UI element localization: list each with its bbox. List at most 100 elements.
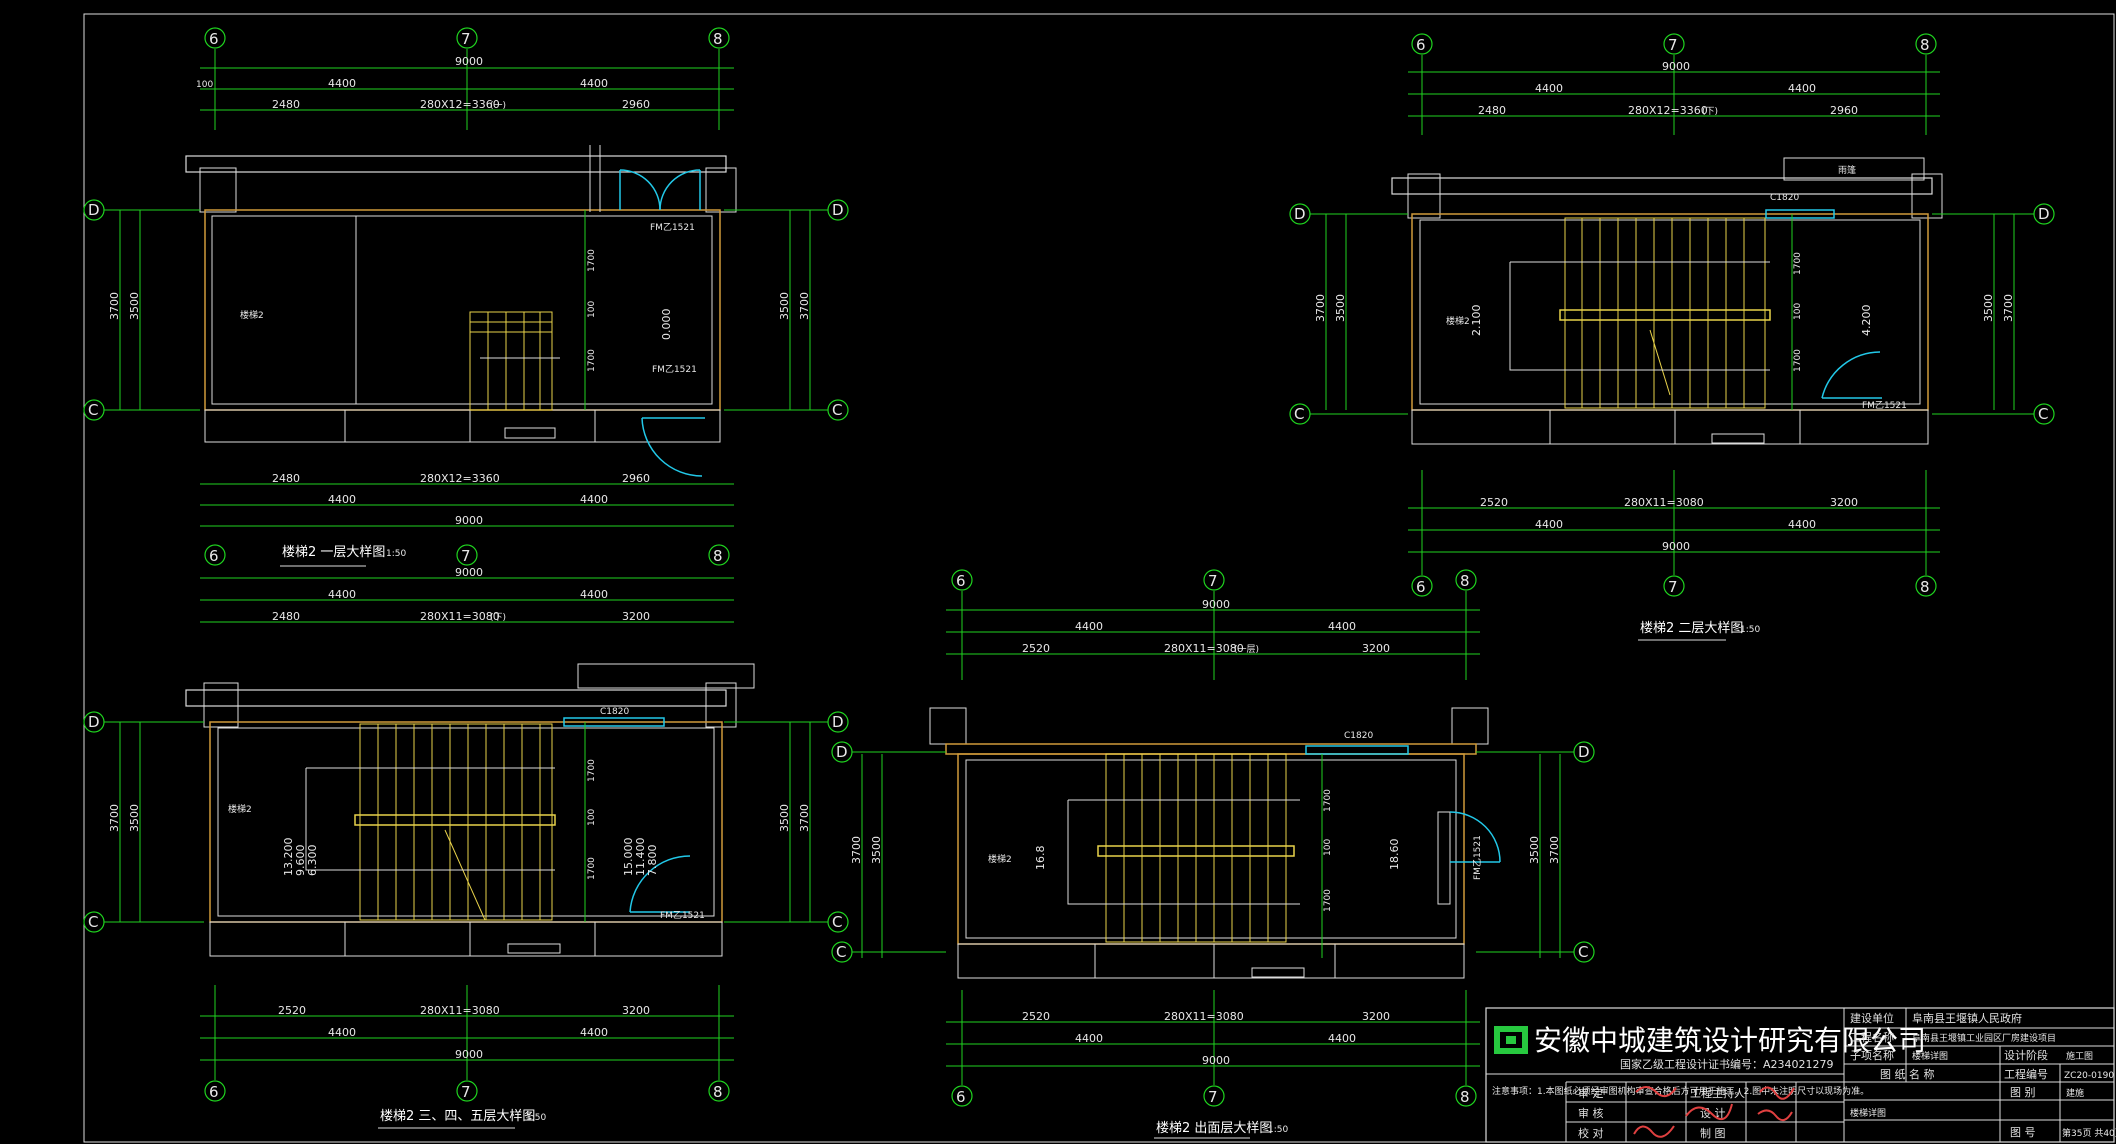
p3-stair-flight (354, 723, 556, 921)
inner-dim-2: 100 (587, 301, 597, 318)
label-draw: 制 图 (1700, 1127, 1726, 1140)
value-project: 阜南县王堰镇工业园区厂房建设项目 (1912, 1032, 2056, 1044)
label-scale: 图 别 (2010, 1086, 2036, 1099)
svg-text:7: 7 (1208, 1088, 1218, 1106)
p2-grid-bubble-C-right: C (2033, 403, 2055, 425)
p3-dim-step-b: 280X11=3080 (420, 610, 500, 623)
plan-roof-floor[interactable]: 6 7 8 9000 4400 4400 2520 280X11=3080 (一… (831, 569, 1595, 1139)
bottom-half-left: 4400 (328, 493, 356, 506)
p3-elevation-6: 7.800 (646, 845, 659, 877)
side-dim-right-1: 3500 (778, 292, 791, 320)
p4-dim-half-right: 4400 (1328, 620, 1356, 633)
svg-text:C: C (832, 913, 842, 931)
plan-scale-roof: 1:50 (1268, 1125, 1288, 1135)
dim-edge: 100 (196, 80, 213, 90)
svg-text:6: 6 (1416, 36, 1426, 54)
inner-dim-3: 1700 (587, 349, 597, 372)
svg-text:6: 6 (956, 1088, 966, 1106)
p3-grid-bubble-7-bottom: 7 (456, 1080, 478, 1102)
svg-text:7: 7 (461, 547, 471, 565)
p4-grid-bubble-C-right: C (1573, 941, 1595, 963)
svg-text:8: 8 (1460, 572, 1470, 590)
value-project-no: ZC20-0190 (2064, 1071, 2114, 1081)
p4-dim-step-b: 280X11=3080 (1164, 642, 1244, 655)
svg-text:C: C (88, 913, 98, 931)
plan-title-ground: 楼梯2 一层大样图 (282, 545, 385, 560)
svg-text:8: 8 (713, 1083, 723, 1101)
p3-dim-total: 9000 (455, 566, 483, 579)
p3-dim-half-left: 4400 (328, 588, 356, 601)
p3-dim-step-c: 3200 (622, 610, 650, 623)
p2-dim-half-right: 4400 (1788, 82, 1816, 95)
svg-text:8: 8 (1920, 578, 1930, 596)
label-project: 工程名称 (1850, 1030, 1894, 1044)
label-proof: 校 对 (1578, 1126, 1604, 1140)
plan-second-floor[interactable]: 6 7 8 9000 4400 4400 2480 280X12=3360 (下… (1289, 33, 2055, 641)
side-dim-left-2: 3500 (128, 292, 141, 320)
plan-ground-floor[interactable]: 6 7 8 9000 4400 4400 100 2480 280X12=336… (83, 27, 849, 567)
svg-text:6: 6 (956, 572, 966, 590)
p3-elevation-3: 6.300 (306, 845, 319, 877)
grid-bubble-6-top: 6 (204, 27, 226, 49)
label-subproject: 子项名称 (1850, 1048, 1894, 1062)
p3-inner-dim-2: 100 (587, 809, 597, 826)
grid-bubble-8-top: 8 (708, 27, 730, 49)
grid-bubble-D-right: D (827, 199, 849, 221)
p2-roof-label: 雨篷 (1838, 164, 1856, 176)
p3-grid-bubble-D-left: D (83, 711, 105, 733)
p4-dim-step-a: 2520 (1022, 642, 1050, 655)
grid-bubble-C-left: C (83, 399, 105, 421)
p4-grid-bubble-D-left: D (831, 741, 853, 763)
label-approve: 审 定 (1578, 1086, 1604, 1100)
p4-grid-bubble-7-top: 7 (1203, 569, 1225, 591)
p4-grid-bubble-6-top: 6 (951, 569, 973, 591)
p3-step-note: (下) (490, 613, 506, 623)
p2-dim-total: 9000 (1662, 60, 1690, 73)
p2-dim-half-left: 4400 (1535, 82, 1563, 95)
p4-side-dim-3: 3500 (1528, 836, 1541, 864)
p4-dim-half-left: 4400 (1075, 620, 1103, 633)
p2-window-label: C1820 (1770, 193, 1799, 203)
plan-title-second: 楼梯2 二层大样图 (1640, 621, 1743, 636)
p2-side-dim-2: 3500 (1334, 294, 1347, 322)
bottom-half-right: 4400 (580, 493, 608, 506)
grid-bubble-C-right: C (827, 399, 849, 421)
p3-bottom-total: 9000 (455, 1048, 483, 1061)
bottom-total: 9000 (455, 514, 483, 527)
p4-bottom-half-right: 4400 (1328, 1032, 1356, 1045)
p3-inner-dim-3: 1700 (587, 857, 597, 880)
plan-title-roof: 楼梯2 出面层大样图 (1156, 1121, 1272, 1136)
svg-text:D: D (2038, 205, 2050, 223)
grid-bubble-6-top-p2: 6 (1411, 33, 1433, 55)
p4-grid-bubble-C-left: C (831, 941, 853, 963)
title-block[interactable]: 安徽中城建筑设计研究有限公司 国家乙级工程设计证书编号：A234021279 注… (1485, 1007, 2116, 1143)
svg-text:8: 8 (1460, 1088, 1470, 1106)
notes-text: 注意事项：1.本图纸必须经审图机构审查合格后方可用于施工。2.图中未注明尺寸以现… (1492, 1085, 1869, 1097)
p3-bottom-half-right: 4400 (580, 1026, 608, 1039)
svg-text:7: 7 (1668, 578, 1678, 596)
p2-bottom-half-left: 4400 (1535, 518, 1563, 531)
bottom-step-b: 280X12=3360 (420, 472, 500, 485)
grid-bubble-7-top: 7 (456, 27, 478, 49)
p2-inner-dim-3: 1700 (1793, 349, 1803, 372)
plan-third-fifth-floor[interactable]: 6 7 8 9000 4400 4400 2480 280X11=3080 (下… (83, 544, 849, 1129)
p3-side-dim-3: 3500 (778, 804, 791, 832)
stair-flight (469, 311, 553, 411)
label-project-no: 工程编号 (2004, 1067, 2048, 1081)
dim-step-a: 2480 (272, 98, 300, 111)
label-check: 审 核 (1578, 1106, 1604, 1120)
p2-side-dim-1: 3700 (1314, 294, 1327, 322)
p4-inner-dim-3: 1700 (1323, 889, 1333, 912)
plan-scale-third: 1:50 (526, 1113, 546, 1123)
svg-text:D: D (832, 713, 844, 731)
p2-dim-step-b: 280X12=3360 (1628, 104, 1708, 117)
p2-side-dim-4: 3700 (2002, 294, 2015, 322)
svg-text:C: C (832, 401, 842, 419)
plan-title-third: 楼梯2 三、四、五层大样图 (380, 1109, 535, 1124)
p4-window-label: C1820 (1344, 731, 1373, 741)
cad-drawing-canvas[interactable]: 6 7 8 9000 4400 4400 100 2480 280X12=336… (0, 0, 2116, 1144)
svg-text:D: D (1294, 205, 1306, 223)
side-dim-right-2: 3700 (798, 292, 811, 320)
p3-grid-bubble-C-right: C (827, 911, 849, 933)
svg-text:D: D (836, 743, 848, 761)
